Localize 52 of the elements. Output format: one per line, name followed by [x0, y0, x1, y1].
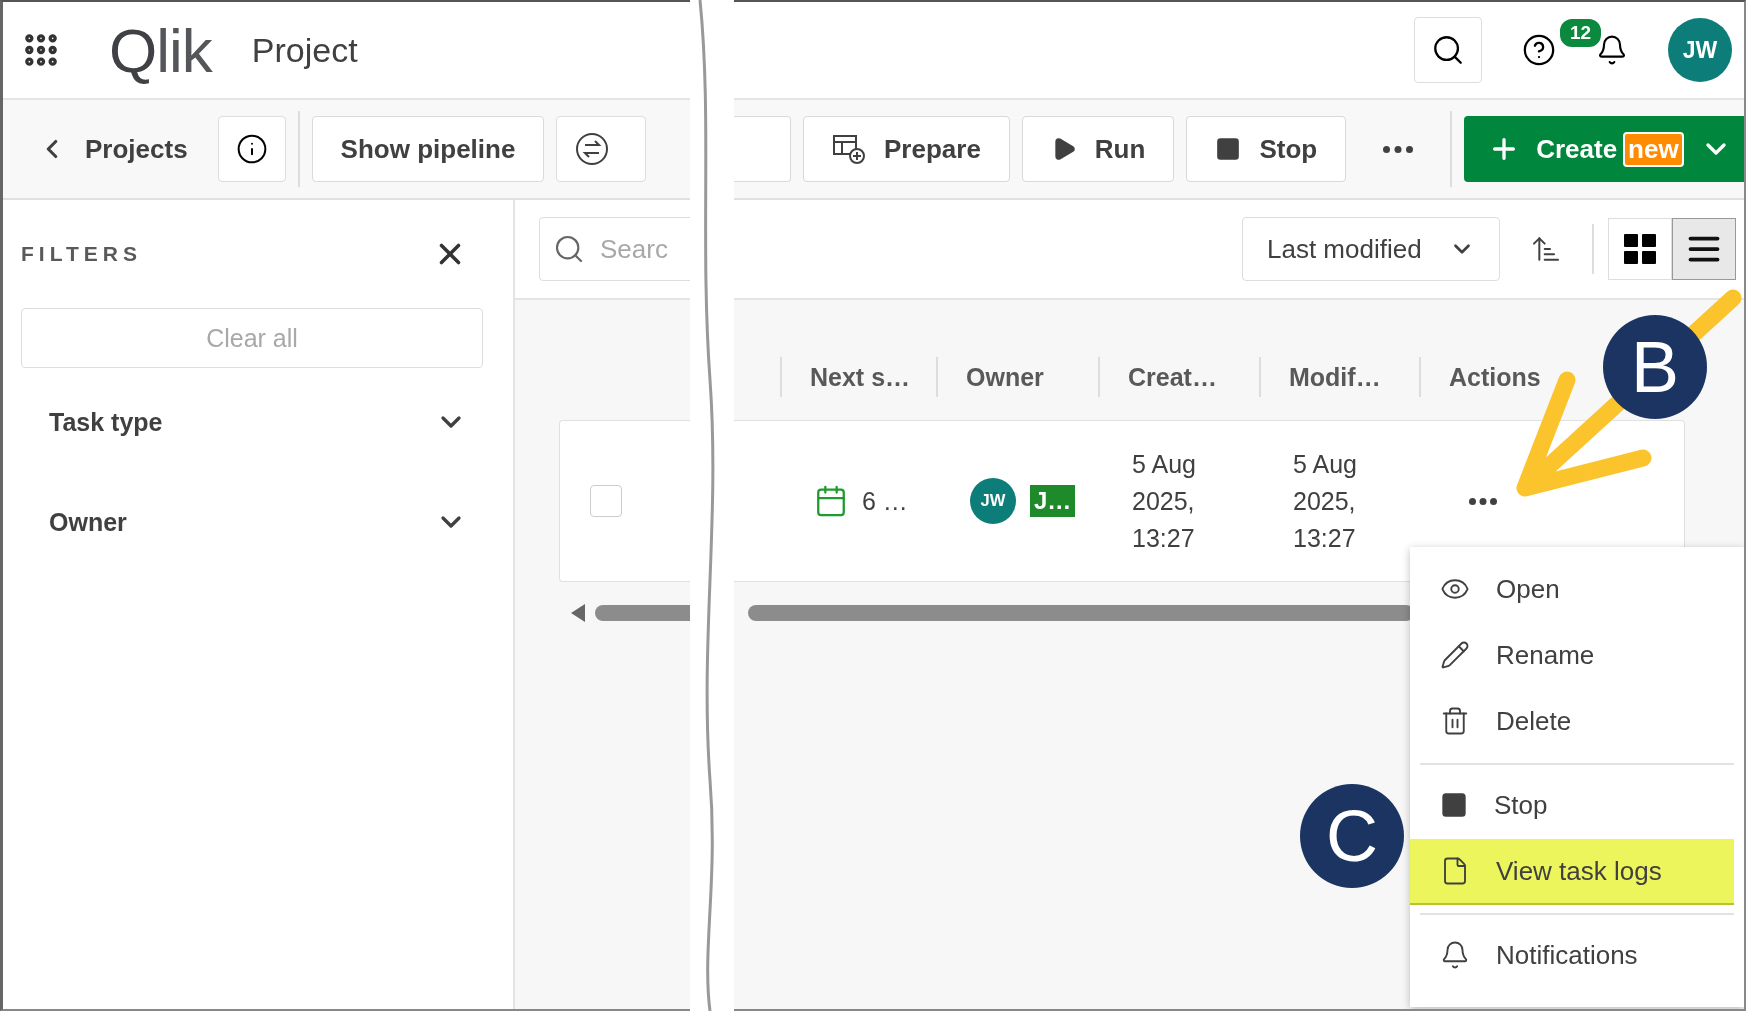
- column-header[interactable]: Next s…: [810, 362, 911, 392]
- row-checkbox[interactable]: [590, 485, 622, 517]
- trash-icon: [1440, 706, 1470, 736]
- scroll-left-icon[interactable]: [571, 604, 585, 622]
- filter-group[interactable]: Owner: [21, 476, 483, 568]
- table-add-icon: [832, 133, 866, 165]
- bell-icon: [1596, 34, 1628, 66]
- owner-avatar: JW: [970, 478, 1016, 524]
- new-badge: new: [1623, 131, 1684, 167]
- back-link[interactable]: Projects: [13, 116, 206, 182]
- more-icon: [1383, 145, 1414, 153]
- toolbar-button[interactable]: Prepare: [803, 116, 1010, 182]
- stop-icon: [1215, 136, 1242, 162]
- toolbar-button[interactable]: Run: [1021, 116, 1175, 182]
- help-icon: [1522, 33, 1556, 67]
- bell-icon: [1440, 940, 1470, 970]
- next-run-text: 6 …: [862, 486, 908, 516]
- stop-icon: [1440, 791, 1468, 819]
- info-icon: [235, 133, 268, 165]
- search-icon: [553, 233, 585, 265]
- scrollbar-thumb[interactable]: [595, 605, 690, 621]
- swap-button[interactable]: [556, 116, 647, 182]
- logo: Qlik: [109, 14, 212, 86]
- sort-dropdown[interactable]: Last modified: [1242, 217, 1500, 281]
- notifications-button[interactable]: [1596, 34, 1628, 66]
- column-header[interactable]: Creat…: [1128, 362, 1217, 392]
- created-date: 5 Aug 2025, 13:27: [1132, 448, 1197, 554]
- column-header[interactable]: Modif…: [1289, 362, 1381, 392]
- user-avatar[interactable]: JW: [1668, 18, 1732, 82]
- search-button[interactable]: [1414, 17, 1482, 83]
- page-title: Project: [251, 30, 358, 70]
- filter-group[interactable]: Task type: [21, 376, 483, 468]
- menu-item[interactable]: View task logs: [1410, 839, 1734, 905]
- filters-heading: FILTERS: [21, 242, 142, 266]
- actions-icon[interactable]: [1469, 497, 1497, 505]
- column-header[interactable]: Actions: [1449, 362, 1541, 392]
- calendar-icon: [814, 484, 848, 518]
- swap-arrows-icon: [575, 132, 610, 166]
- help-button[interactable]: [1522, 33, 1556, 67]
- show-pipeline-button[interactable]: Show pipeline: [311, 116, 545, 182]
- toolbar-button[interactable]: Stop: [1186, 116, 1347, 182]
- view-toggle[interactable]: [1672, 218, 1736, 280]
- search-icon: [1431, 33, 1465, 67]
- modified-date: 5 Aug 2025, 13:27: [1293, 448, 1358, 554]
- search-field[interactable]: Searc: [539, 217, 690, 281]
- pencil-icon: [1440, 640, 1470, 670]
- create-button[interactable]: Create new: [1464, 116, 1744, 182]
- info-button[interactable]: [217, 116, 286, 182]
- grid-view-icon: [1624, 234, 1656, 264]
- count-badge: 12: [1558, 17, 1604, 49]
- owner-tag: J…: [1030, 485, 1076, 517]
- column-header[interactable]: Owner: [966, 362, 1044, 392]
